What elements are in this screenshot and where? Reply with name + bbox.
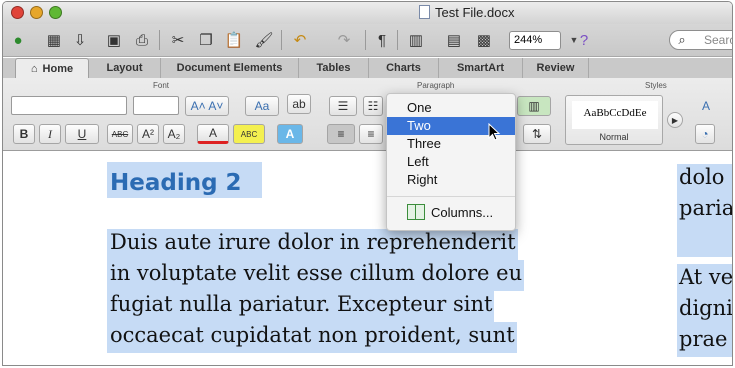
zoom-select[interactable]: 244% (509, 31, 561, 50)
toolbar-divider (397, 30, 398, 50)
numbering-button[interactable]: ☷ (363, 96, 383, 116)
home-ribbon: Font Paragraph Styles A˄ A˅ Aa ab B I U … (3, 78, 732, 151)
tab-home[interactable]: ⌂ Home (15, 58, 89, 78)
heading-text: Heading 2 (107, 162, 262, 198)
show-formatting-icon[interactable]: ¶ (371, 29, 393, 51)
text-effects-button[interactable]: A (277, 124, 303, 144)
right-column-line: digni (677, 295, 732, 326)
mouse-cursor-icon (488, 123, 501, 141)
italic-button[interactable]: I (39, 124, 61, 144)
menu-item-right[interactable]: Right (387, 171, 515, 189)
bold-button[interactable]: B (13, 124, 35, 144)
align-left-button[interactable]: ≡ (327, 124, 355, 144)
format-painter-icon[interactable]: 🖌 (253, 29, 275, 51)
align-center-button[interactable]: ≡ (359, 124, 383, 144)
save-icon[interactable]: ▣ (103, 29, 125, 51)
menu-divider (387, 196, 515, 197)
clear-formatting-button[interactable]: ab (287, 94, 311, 114)
ribbon-tabs: ⌂ Home Layout Document Elements Tables Ch… (3, 58, 732, 78)
highlight-button[interactable]: ABC (233, 124, 265, 144)
undo-icon[interactable]: ↶ (289, 29, 311, 51)
word-window: Test File.docx ● ▦ ⇩ ▣ ⎙ ✂ ❐ 📋 🖌 ↶ ↷ ¶ ▥… (2, 1, 733, 366)
copy-icon[interactable]: ❐ (195, 29, 217, 51)
sort-button[interactable]: ⇅ (523, 124, 551, 144)
home-icon: ⌂ (30, 62, 38, 75)
menu-item-columns[interactable]: Columns... (387, 204, 515, 222)
body-line: occaecat cupidatat non proident, sunt (107, 322, 517, 353)
standard-toolbar: ● ▦ ⇩ ▣ ⎙ ✂ ❐ 📋 🖌 ↶ ↷ ¶ ▥ ▤ ▩ 244% ▼ ? S… (3, 24, 732, 57)
paragraph-group-label: Paragraph (417, 81, 455, 90)
view-icon[interactable]: ▥ (405, 29, 427, 51)
font-name-select[interactable] (11, 96, 127, 115)
right-column-line: paria (677, 195, 732, 226)
style-preview: AaBbCcDdEe (572, 101, 658, 129)
styles-next-icon[interactable]: ▶ (667, 112, 683, 128)
strikethrough-button[interactable]: ABC (107, 124, 133, 144)
right-column-line: At ve (677, 264, 732, 295)
body-line: Duis aute irure dolor in reprehenderit (107, 229, 518, 260)
document-icon (419, 5, 430, 19)
close-button[interactable] (11, 6, 24, 19)
columns-dropdown-menu: One Two Three Left Right Columns... (386, 93, 516, 231)
tab-smartart[interactable]: SmartArt (439, 58, 523, 78)
print-icon[interactable]: ⎙ (131, 29, 153, 51)
body-line: in voluptate velit esse cillum dolore eu (107, 260, 525, 291)
search-icon: ⌕ (678, 32, 686, 47)
help-icon[interactable]: ? (573, 29, 595, 51)
window-title: Test File.docx (435, 5, 515, 20)
style-name: Normal (599, 132, 629, 142)
zoom-button[interactable] (49, 6, 62, 19)
right-column-line (677, 226, 732, 257)
styles-gallery[interactable]: AaBbCcDdEe Normal (565, 95, 663, 145)
change-case-button[interactable]: Aa (245, 96, 279, 116)
font-size-select[interactable] (133, 96, 179, 115)
toolbar-divider (365, 30, 366, 50)
menu-item-one[interactable]: One (387, 99, 515, 117)
gallery-icon[interactable]: ▦ (43, 29, 65, 51)
sidebar-icon[interactable]: ▤ (443, 29, 465, 51)
new-document-icon[interactable]: ● (7, 29, 29, 51)
title-bar: Test File.docx (3, 2, 732, 24)
tab-document-elements[interactable]: Document Elements (161, 58, 299, 78)
menu-item-left[interactable]: Left (387, 153, 515, 171)
cut-icon[interactable]: ✂ (167, 29, 189, 51)
tab-tables[interactable]: Tables (299, 58, 369, 78)
grow-shrink-font-button[interactable]: A˄ A˅ (185, 96, 229, 116)
tab-charts[interactable]: Charts (369, 58, 439, 78)
styles-group-label: Styles (645, 81, 667, 90)
document-page[interactable]: Heading 2 Duis aute irure dolor in repre… (3, 152, 732, 365)
columns-button[interactable]: ▥ (517, 96, 551, 116)
body-line: fugiat nulla pariatur. Excepteur sint (107, 291, 495, 322)
tab-layout[interactable]: Layout (89, 58, 161, 78)
media-icon[interactable]: ▩ (473, 29, 495, 51)
font-color-button[interactable]: A (197, 124, 229, 144)
styles-pane-icon[interactable]: A (693, 96, 719, 116)
paste-icon[interactable]: 📋 (223, 29, 245, 51)
font-group-label: Font (153, 81, 170, 90)
superscript-button[interactable]: A² (137, 124, 159, 144)
toolbar-divider (159, 30, 160, 50)
bullets-button[interactable]: ☰ (329, 96, 357, 116)
toolbar-divider (281, 30, 282, 50)
tab-review[interactable]: Review (523, 58, 589, 78)
right-column-line: prae (677, 326, 732, 357)
open-icon[interactable]: ⇩ (69, 29, 91, 51)
manage-styles-icon[interactable]: ◔ (695, 124, 715, 144)
subscript-button[interactable]: A₂ (163, 124, 185, 144)
underline-button[interactable]: U (65, 124, 99, 144)
right-column-line: dolo (677, 164, 732, 195)
minimize-button[interactable] (30, 6, 43, 19)
redo-icon[interactable]: ↷ (333, 29, 355, 51)
